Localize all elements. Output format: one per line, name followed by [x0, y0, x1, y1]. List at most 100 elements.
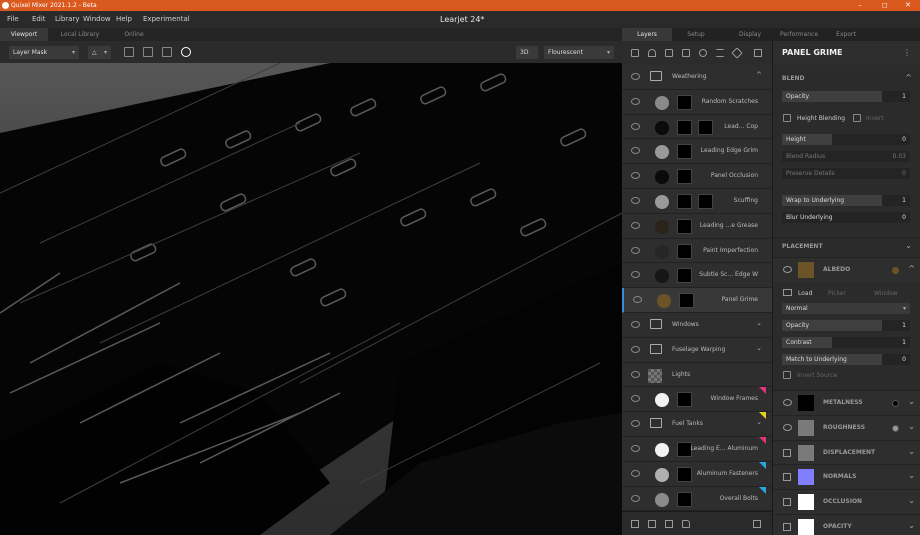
tab-online[interactable]: Online: [112, 28, 156, 41]
eye-icon[interactable]: [631, 221, 640, 229]
picker-button[interactable]: Picker: [828, 290, 846, 297]
channel-normals[interactable]: NORMALS ⌄: [773, 464, 920, 490]
channel-checkbox[interactable]: [783, 498, 791, 507]
placement-section-header[interactable]: PLACEMENT ⌄: [773, 237, 920, 255]
view-mode-dropdown[interactable]: 3D: [516, 46, 538, 59]
layer-row[interactable]: Overall Bolts: [622, 486, 772, 511]
fill-layer-icon[interactable]: [665, 49, 673, 57]
channel-metalness[interactable]: METALNESS ⌄: [773, 390, 920, 415]
channel-swatch[interactable]: [798, 419, 814, 436]
drop-icon[interactable]: [699, 49, 707, 57]
new-layer-icon[interactable]: [631, 520, 639, 528]
layer-row[interactable]: Leading E... Aluminum: [622, 437, 772, 462]
tab-display[interactable]: Display: [730, 28, 770, 41]
tab-setup[interactable]: Setup: [676, 28, 716, 41]
color-dot[interactable]: [892, 400, 899, 407]
menu-library[interactable]: Library: [55, 11, 79, 28]
menu-edit[interactable]: Edit: [32, 11, 46, 28]
folder-icon[interactable]: [682, 520, 690, 528]
eye-icon[interactable]: [631, 345, 640, 353]
layer-row[interactable]: Subtle Sc... Edge W: [622, 263, 772, 289]
duplicate-icon[interactable]: [665, 520, 673, 528]
contrast-slider[interactable]: Contrast 1: [782, 337, 910, 348]
layer-mask-dropdown[interactable]: Layer Mask ▾: [9, 46, 79, 59]
menu-file[interactable]: File: [7, 11, 19, 28]
blend-mode-select[interactable]: Normal ▾: [782, 303, 910, 314]
blend-radius-slider[interactable]: Blend Radius 0.03: [782, 151, 910, 162]
grid-2x2-icon[interactable]: [143, 47, 153, 57]
eye-icon[interactable]: [631, 420, 640, 428]
chevron-down-icon[interactable]: ⌄: [908, 397, 915, 406]
invert-source-checkbox[interactable]: [783, 371, 791, 379]
chevron-down-icon[interactable]: ⌄: [908, 496, 915, 505]
eye-icon[interactable]: [783, 266, 792, 273]
stack-icon[interactable]: [754, 49, 762, 57]
tab-performance[interactable]: Performance: [774, 28, 824, 41]
paint-layer-icon[interactable]: [648, 49, 656, 57]
eye-icon[interactable]: [631, 370, 640, 378]
layer-row[interactable]: Panel Grime: [622, 288, 772, 313]
brush-icon[interactable]: [731, 47, 743, 59]
channel-swatch[interactable]: [798, 469, 814, 486]
channel-occlusion[interactable]: OCCLUSION ⌄: [773, 489, 920, 514]
layer-group-row[interactable]: ⌄ Windows: [622, 313, 772, 338]
new-group-icon[interactable]: [648, 520, 656, 528]
eye-icon[interactable]: [631, 246, 640, 254]
channel-checkbox[interactable]: [783, 473, 791, 482]
trash-icon[interactable]: [753, 520, 761, 528]
menu-help[interactable]: Help: [116, 11, 132, 28]
channel-opacity[interactable]: OPACITY ⌄: [773, 514, 920, 535]
eye-icon[interactable]: [631, 197, 640, 204]
3d-viewport[interactable]: [0, 63, 622, 535]
lighting-dropdown[interactable]: Flourescent ▾: [544, 46, 614, 59]
eye-icon[interactable]: [631, 271, 640, 279]
channel-swatch[interactable]: [798, 395, 814, 411]
tab-layers[interactable]: Layers: [622, 28, 672, 41]
tab-export[interactable]: Export: [828, 28, 864, 41]
preserve-details-slider[interactable]: Preserve Details 0: [782, 168, 910, 179]
layer-row[interactable]: Aluminum Fasteners: [622, 461, 772, 487]
layer-group-row[interactable]: ⌄ Fuel Tanks: [622, 412, 772, 437]
chevron-down-icon[interactable]: ⌄: [908, 422, 915, 431]
height-blending-checkbox[interactable]: [783, 114, 791, 122]
chevron-down-icon[interactable]: ⌄: [908, 521, 915, 530]
menu-experimental[interactable]: Experimental: [143, 11, 190, 28]
layer-row[interactable]: Random Scratches: [622, 89, 772, 115]
menu-window[interactable]: Window: [83, 11, 111, 28]
color-dot[interactable]: [892, 267, 899, 274]
chevron-down-icon[interactable]: ⌄: [756, 344, 762, 352]
tab-local-library[interactable]: Local Library: [52, 28, 108, 41]
eye-icon[interactable]: [631, 494, 640, 502]
eye-icon[interactable]: [631, 147, 640, 155]
add-layer-icon[interactable]: [631, 49, 639, 57]
blend-section-header[interactable]: BLEND ^: [773, 70, 920, 88]
layer-group-row[interactable]: ^ Weathering: [622, 65, 772, 90]
chevron-down-icon[interactable]: ⌄: [908, 471, 915, 480]
more-options-icon[interactable]: ⋮: [903, 48, 911, 57]
eye-icon[interactable]: [783, 423, 792, 431]
eye-icon[interactable]: [631, 73, 640, 80]
eye-icon[interactable]: [631, 445, 640, 452]
channel-roughness[interactable]: ROUGHNESS ⌄: [773, 414, 920, 440]
image-icon[interactable]: [124, 47, 134, 57]
chevron-up-icon[interactable]: ^: [908, 264, 915, 273]
height-slider[interactable]: Height 0: [782, 134, 910, 145]
wrap-underlying-slider[interactable]: Wrap to Underlying 1: [782, 195, 910, 206]
layer-row[interactable]: Lead... Cop: [622, 114, 772, 140]
channel-displacement[interactable]: DISPLACEMENT ⌄: [773, 439, 920, 465]
chevron-down-icon[interactable]: ⌄: [908, 447, 915, 456]
invert-checkbox[interactable]: [853, 114, 861, 122]
adjustment-icon[interactable]: [716, 49, 724, 57]
eye-icon[interactable]: [631, 469, 640, 477]
layer-row[interactable]: Panel Occlusion: [622, 164, 772, 189]
layer-row[interactable]: Paint Imperfection: [622, 238, 772, 264]
layer-row[interactable]: Lights: [622, 362, 772, 388]
channel-checkbox[interactable]: [783, 448, 791, 457]
eye-icon[interactable]: [631, 395, 640, 403]
channel-swatch[interactable]: [798, 444, 814, 461]
channel-albedo[interactable]: ALBEDO ^: [773, 257, 920, 282]
shapes-dropdown[interactable]: △ ▾: [88, 46, 111, 59]
eye-icon[interactable]: [633, 296, 642, 304]
target-icon[interactable]: [181, 47, 191, 57]
blend-opacity-slider[interactable]: Opacity 1: [782, 91, 910, 102]
